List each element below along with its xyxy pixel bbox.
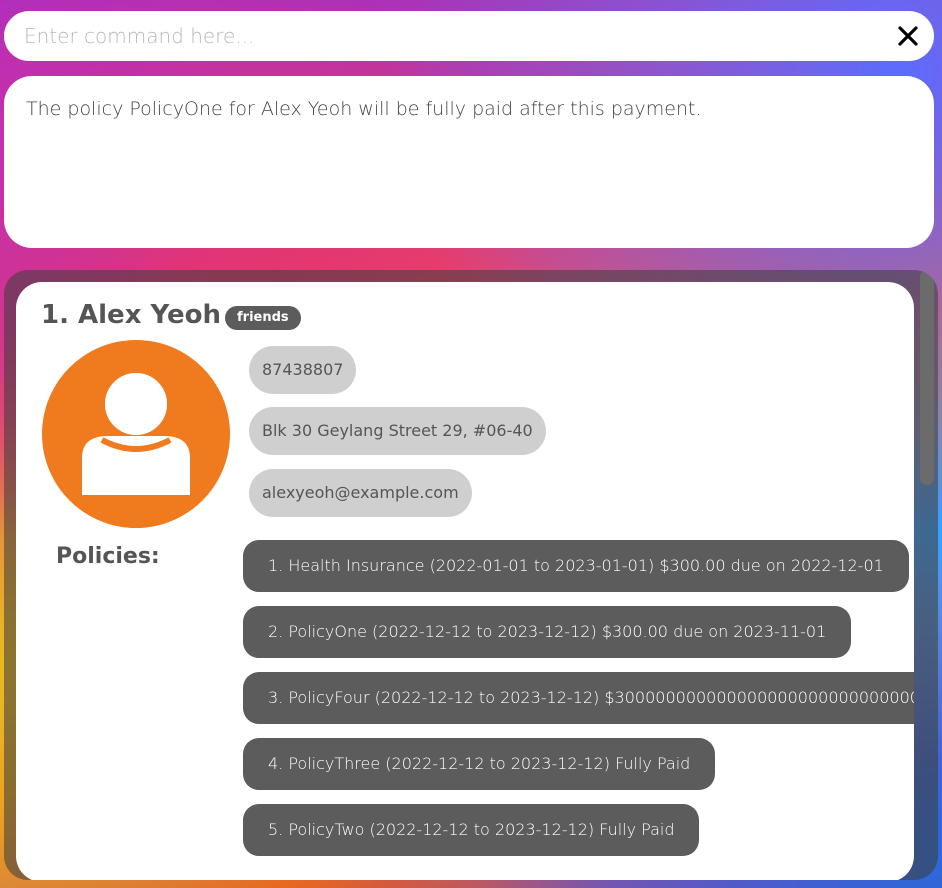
person-name: 1. Alex Yeoh [41,300,221,330]
policies-label: Policies: [56,544,160,569]
policy-item: 5. PolicyTwo (2022-12-12 to 2023-12-12) … [243,804,700,856]
policy-item: 3. PolicyFour (2022-12-12 to 2023-12-12)… [243,672,914,724]
close-icon[interactable] [896,24,920,48]
result-display: The policy PolicyOne for Alex Yeoh will … [4,76,934,248]
address-field: Blk 30 Geylang Street 29, #06-40 [249,407,546,455]
tag-badge: friends [225,306,301,330]
phone-field: 87438807 [249,346,357,394]
policy-item: 2. PolicyOne (2022-12-12 to 2023-12-12) … [243,606,852,658]
email-field: alexyeoh@example.com [249,469,472,517]
person-card[interactable]: 1. Alex Yeoh friends 87438807 Blk 30 Gey… [16,282,914,880]
policy-item: 4. PolicyThree (2022-12-12 to 2023-12-12… [243,738,716,790]
command-input[interactable] [4,11,884,61]
result-message: The policy PolicyOne for Alex Yeoh will … [26,98,702,120]
command-box [4,11,934,61]
policy-item: 1. Health Insurance (2022-01-01 to 2023-… [243,540,909,592]
user-avatar-icon [42,340,230,528]
person-list[interactable]: 1. Alex Yeoh friends 87438807 Blk 30 Gey… [4,270,938,880]
scrollbar[interactable] [920,270,934,485]
